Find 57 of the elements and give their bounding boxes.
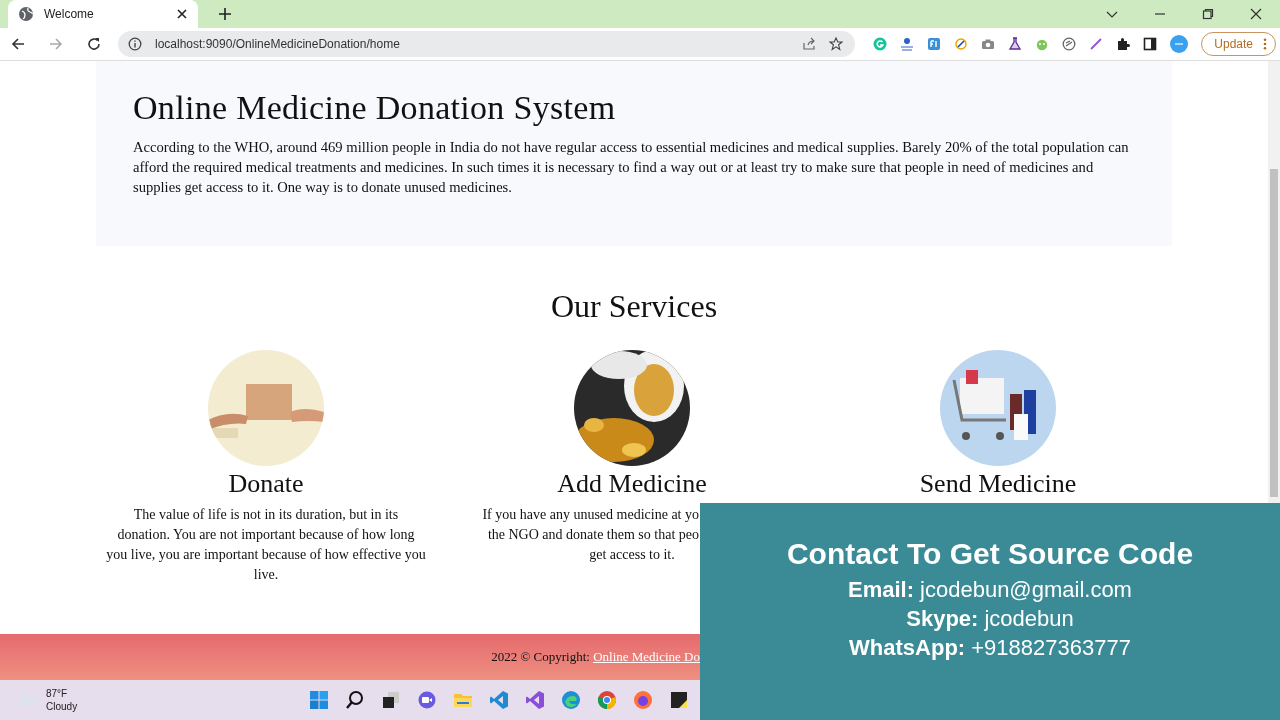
extension-icon[interactable] (954, 37, 969, 51)
page-title: Online Medicine Donation System (133, 89, 617, 127)
description-line: get access to it. (589, 547, 675, 562)
ide-icon[interactable] (525, 690, 545, 710)
globe-icon (18, 6, 34, 22)
weather-text: Cloudy (46, 700, 78, 713)
tab-title: Welcome (44, 7, 95, 21)
windows-start-icon[interactable] (309, 690, 329, 710)
task-view-icon[interactable] (381, 690, 401, 710)
reload-icon[interactable] (86, 36, 102, 52)
url-text: localhost:9090/OnlineMedicineDonation/home (155, 37, 400, 51)
chat-icon[interactable] (417, 690, 437, 710)
copyright-text: 2022 © Copyright: (491, 649, 591, 665)
intro-paragraph: According to the WHO, around 469 million people in India do not have regular access to essential medicines and medical supplies. Barely 20% of the total population can afford the required medical treatments and medicines. In such times it is necessary to find a way out or at least try to make sure that people in need of medicines and supplies get access to it. One way is to donate unused medicines. (133, 138, 1130, 197)
browser-tab[interactable]: Welcome (8, 0, 198, 28)
description-line: the NGO and donate them so that peo (487, 527, 699, 542)
temperature-text: 87°F (46, 687, 69, 700)
close-icon[interactable] (176, 8, 188, 20)
sticky-note-icon[interactable] (669, 690, 689, 710)
firefox-icon[interactable] (633, 690, 653, 710)
chrome-icon[interactable] (597, 690, 617, 710)
description-line: If you have any unused medicine at yo (482, 507, 699, 522)
section-title: Our Services (549, 288, 719, 326)
more-icon (1263, 38, 1267, 50)
contact-label: Email: (848, 576, 915, 604)
address-bar[interactable]: localhost:9090/OnlineMedicineDonation/home (118, 31, 856, 57)
service-title: Send Medicine (919, 469, 1077, 499)
contact-value: jcodebun@gmail.com (920, 576, 1132, 604)
search-icon[interactable] (345, 690, 365, 710)
contact-label: Skype: (906, 605, 979, 633)
share-icon[interactable] (802, 37, 817, 51)
extension-icon[interactable] (927, 37, 942, 51)
profile-avatar-icon[interactable] (1170, 35, 1189, 53)
extension-icon[interactable] (1062, 37, 1077, 51)
star-icon[interactable] (829, 37, 844, 51)
plus-icon[interactable] (218, 7, 232, 21)
close-icon[interactable] (1250, 8, 1262, 20)
browser-icon[interactable] (561, 690, 581, 710)
puzzle-icon[interactable] (1116, 37, 1131, 51)
extension-icon[interactable] (900, 37, 915, 51)
service-description: The value of life is not in its duration, but in its donation. You are not important because of how long you live, you are important because of how effective you live. (106, 506, 426, 584)
side-panel-icon[interactable] (1143, 37, 1158, 51)
info-icon (128, 37, 142, 51)
contact-value: +918827363777 (971, 634, 1131, 662)
update-button[interactable]: Update (1201, 32, 1276, 56)
scrollbar-thumb[interactable] (1270, 169, 1278, 497)
back-arrow-icon[interactable] (10, 36, 26, 52)
service-title: Add Medicine (557, 469, 707, 499)
contact-value: jcodebun (984, 605, 1074, 633)
camera-icon[interactable] (981, 37, 996, 51)
code-editor-icon[interactable] (489, 690, 509, 710)
pen-icon[interactable] (1089, 37, 1104, 51)
contact-label: WhatsApp: (849, 634, 966, 662)
restore-icon[interactable] (1202, 8, 1214, 20)
banner-title: Contact To Get Source Code (786, 537, 1194, 571)
flask-icon[interactable] (1008, 37, 1023, 51)
service-title: Donate (228, 469, 304, 499)
